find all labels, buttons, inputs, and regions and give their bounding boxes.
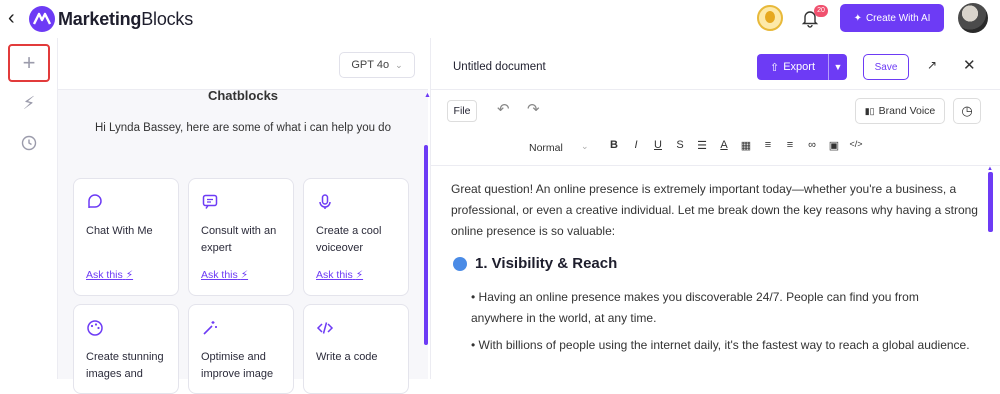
lightning-icon: ⚡︎ bbox=[125, 269, 134, 281]
export-label: Export bbox=[783, 61, 815, 73]
underline-icon[interactable]: U bbox=[651, 139, 665, 151]
section-heading: 1. Visibility & Reach bbox=[453, 253, 617, 274]
card-label: Create stunning images and bbox=[86, 351, 164, 380]
document-content[interactable]: Great question! An online presence is ex… bbox=[431, 167, 1000, 379]
image-icon[interactable]: ▣ bbox=[827, 139, 841, 152]
format-select[interactable]: Normal bbox=[529, 142, 563, 154]
redo-icon[interactable]: ↷ bbox=[527, 100, 540, 118]
code-icon bbox=[316, 322, 334, 334]
export-main[interactable]: ⇧ Export bbox=[757, 54, 829, 80]
brand-name[interactable]: MarketingBlocks bbox=[58, 9, 193, 30]
list-item-text: Having an online presence makes you disc… bbox=[471, 290, 919, 325]
brand-bold: Marketing bbox=[58, 9, 142, 29]
globe-icon bbox=[453, 256, 467, 271]
history-icon bbox=[21, 135, 37, 151]
chat-scrollbar[interactable] bbox=[424, 145, 428, 345]
suggestion-card[interactable]: Consult with an expert Ask this ⚡︎ bbox=[188, 178, 294, 296]
notification-badge: 20 bbox=[814, 5, 828, 17]
format-toolbar: Normal ⌄ B I U S ☰ A ▦ ≡ ≡ ∞ ▣ </> bbox=[431, 128, 1000, 166]
card-label: Consult with an expert bbox=[201, 225, 277, 254]
lightning-icon: ⚡︎ bbox=[355, 269, 364, 281]
create-with-ai-button[interactable]: ✦ Create With AI bbox=[840, 4, 944, 32]
ask-label: Ask this bbox=[201, 269, 238, 281]
brand-rest: Blocks bbox=[141, 9, 194, 29]
chat-title: Chatblocks bbox=[207, 88, 279, 103]
bullet-list-icon[interactable]: ≡ bbox=[783, 139, 797, 151]
microphone-icon bbox=[319, 194, 331, 209]
editor-scrollbar[interactable] bbox=[988, 172, 993, 232]
history-button[interactable] bbox=[8, 124, 50, 162]
align-icon[interactable]: ☰ bbox=[695, 139, 709, 152]
message-square-icon bbox=[202, 194, 218, 209]
marketingblocks-logo-icon[interactable] bbox=[28, 5, 56, 33]
new-chat-plus-button[interactable]: + bbox=[8, 44, 50, 82]
ask-label: Ask this bbox=[86, 269, 123, 281]
list-item: • Having an online presence makes you di… bbox=[471, 290, 919, 325]
waveform-icon: ▮▯ bbox=[864, 105, 875, 116]
chevron-down-icon[interactable]: ⌄ bbox=[581, 141, 589, 152]
lightning-icon: ⚡︎ bbox=[240, 269, 249, 281]
undo-icon[interactable]: ↶ bbox=[497, 100, 510, 118]
magic-wand-icon bbox=[203, 321, 217, 335]
ask-label: Ask this bbox=[316, 269, 353, 281]
sparkle-icon: ✦ bbox=[853, 12, 862, 24]
card-label: Write a code bbox=[316, 351, 378, 363]
chat-bubble-icon bbox=[88, 194, 102, 208]
model-select[interactable]: GPT 4o ⌄ bbox=[339, 52, 415, 78]
ordered-list-icon[interactable]: ≡ bbox=[761, 139, 775, 151]
lightning-icon: ⚡︎ bbox=[22, 92, 36, 113]
user-avatar[interactable] bbox=[958, 3, 988, 33]
card-label: Optimise and improve image bbox=[201, 351, 274, 380]
italic-icon[interactable]: I bbox=[629, 139, 643, 151]
editor-pane: Untitled document ⇧ Export ▼ Save ↗ ✕ Fil… bbox=[430, 38, 1000, 379]
link-icon[interactable]: ∞ bbox=[805, 139, 819, 151]
chat-pane: GPT 4o ⌄ Chatblocks Hi Lynda Bassey, her… bbox=[58, 38, 428, 394]
bold-icon[interactable]: B bbox=[607, 139, 621, 151]
list-item-text: With billions of people using the intern… bbox=[478, 338, 970, 352]
text-color-icon[interactable]: A bbox=[717, 139, 731, 151]
left-rail: + ⚡︎ bbox=[0, 38, 58, 379]
card-label: Chat With Me bbox=[86, 225, 153, 237]
suggestion-card[interactable]: Create a cool voiceover Ask this ⚡︎ bbox=[303, 178, 409, 296]
highlight-icon[interactable]: ▦ bbox=[739, 139, 753, 152]
chevron-down-icon: ⌄ bbox=[395, 59, 403, 70]
close-icon[interactable]: ✕ bbox=[963, 56, 976, 74]
ask-this-link[interactable]: Ask this ⚡︎ bbox=[316, 269, 363, 281]
back-chevron-icon[interactable]: ‹ bbox=[8, 6, 15, 30]
top-bar: ‹ MarketingBlocks 20 ✦ Create With AI bbox=[0, 0, 1000, 38]
strikethrough-icon[interactable]: S bbox=[673, 139, 687, 151]
editor-toolbar-top: File ↶ ↷ ▮▯ Brand Voice ◷ bbox=[431, 90, 1000, 128]
lightning-button[interactable]: ⚡︎ bbox=[8, 84, 50, 122]
document-title[interactable]: Untitled document bbox=[453, 61, 546, 73]
list-item: • With billions of people using the inte… bbox=[471, 338, 970, 352]
save-button[interactable]: Save bbox=[863, 54, 909, 80]
expand-icon[interactable]: ↗ bbox=[927, 58, 937, 72]
greeting-text: Hi Lynda Bassey, here are some of what i… bbox=[95, 122, 391, 134]
editor-header: Untitled document ⇧ Export ▼ Save ↗ ✕ bbox=[431, 38, 1000, 90]
gauge-icon[interactable]: ◷ bbox=[953, 98, 981, 124]
ask-this-link[interactable]: Ask this ⚡︎ bbox=[86, 269, 133, 281]
create-with-ai-label: Create With AI bbox=[865, 12, 931, 24]
export-dropdown-chevron-icon[interactable]: ▼ bbox=[829, 62, 847, 72]
palette-icon bbox=[87, 320, 103, 336]
card-label: Create a cool voiceover bbox=[316, 225, 382, 254]
model-label: GPT 4o bbox=[351, 59, 390, 71]
chat-header: GPT 4o ⌄ bbox=[58, 38, 428, 90]
suggestion-card[interactable]: Write a code bbox=[303, 304, 409, 394]
file-menu-button[interactable]: File bbox=[447, 100, 477, 122]
share-icon: ⇧ bbox=[769, 61, 780, 74]
brand-voice-button[interactable]: ▮▯ Brand Voice bbox=[855, 98, 945, 124]
heading-text: 1. Visibility & Reach bbox=[475, 255, 618, 272]
brand-voice-label: Brand Voice bbox=[878, 105, 936, 117]
code-block-icon[interactable]: </> bbox=[849, 139, 863, 149]
medal-icon[interactable] bbox=[757, 5, 783, 31]
paragraph: Great question! An online presence is ex… bbox=[451, 182, 978, 238]
export-button[interactable]: ⇧ Export ▼ bbox=[757, 54, 847, 80]
suggestion-card[interactable]: Optimise and improve image bbox=[188, 304, 294, 394]
suggestion-card[interactable]: Chat With Me Ask this ⚡︎ bbox=[73, 178, 179, 296]
ask-this-link[interactable]: Ask this ⚡︎ bbox=[201, 269, 248, 281]
suggestion-card[interactable]: Create stunning images and bbox=[73, 304, 179, 394]
plus-icon: + bbox=[22, 50, 36, 75]
